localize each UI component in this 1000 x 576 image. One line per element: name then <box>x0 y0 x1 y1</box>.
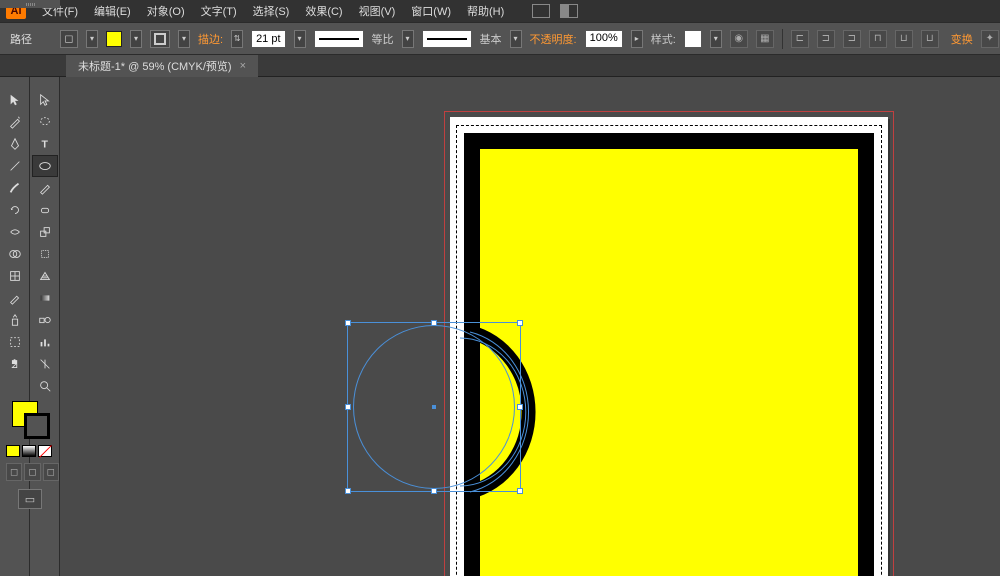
menu-edit[interactable]: 编辑(E) <box>86 3 139 19</box>
tab-close-icon[interactable]: × <box>240 60 246 72</box>
selection-handle-bm[interactable] <box>431 488 437 494</box>
align-bottom-icon[interactable]: ⊔ <box>921 30 939 48</box>
stroke-indicator[interactable] <box>24 413 50 439</box>
line-tool[interactable] <box>2 155 28 177</box>
fill-dropdown[interactable]: ▾ <box>86 30 98 48</box>
document-tab-bar: 未标题-1* @ 59% (CMYK/预览) × <box>0 55 1000 77</box>
rotate-tool[interactable] <box>2 199 28 221</box>
selection-handle-tm[interactable] <box>431 320 437 326</box>
paintbrush-tool[interactable] <box>2 177 28 199</box>
align-panel-icon[interactable]: ▦ <box>756 30 774 48</box>
selection-type-label: 路径 <box>10 31 32 47</box>
column-graph-tool[interactable] <box>32 331 58 353</box>
selection-handle-ml[interactable] <box>345 404 351 410</box>
style-label: 样式: <box>651 31 676 47</box>
align-top-icon[interactable]: ⊓ <box>869 30 887 48</box>
selection-handle-mr[interactable] <box>517 404 523 410</box>
selection-tool[interactable] <box>2 89 28 111</box>
lasso-tool[interactable] <box>32 111 58 133</box>
tools-panel-right: T ◻ ◻ ◻ ▭ <box>30 77 60 576</box>
menu-select[interactable]: 选择(S) <box>245 3 298 19</box>
selection-handle-tr[interactable] <box>517 320 523 326</box>
align-center-v-icon[interactable]: ⊔ <box>895 30 913 48</box>
slice-tool[interactable] <box>32 353 58 375</box>
align-left-icon[interactable]: ⊏ <box>791 30 809 48</box>
eraser-tool[interactable] <box>32 199 58 221</box>
opacity-dropdown[interactable]: ▸ <box>631 30 643 48</box>
hand-tool[interactable] <box>2 353 28 375</box>
stroke-color-swatch[interactable] <box>150 30 170 48</box>
graphic-style-swatch[interactable] <box>684 30 702 48</box>
stroke-label[interactable]: 描边: <box>198 31 223 47</box>
pen-tool[interactable] <box>2 133 28 155</box>
menu-object[interactable]: 对象(O) <box>139 3 193 19</box>
fill-stroke-indicator[interactable] <box>12 401 52 441</box>
fill-color-dropdown[interactable]: ▾ <box>130 30 142 48</box>
blend-tool[interactable] <box>32 309 58 331</box>
title-bar: Ai 文件(F) 编辑(E) 对象(O) 文字(T) 选择(S) 效果(C) 视… <box>0 0 1000 22</box>
fill-no-color-icon[interactable]: ◻ <box>60 30 78 48</box>
width-profile-label: 等比 <box>372 31 394 47</box>
type-tool[interactable]: T <box>32 133 58 155</box>
none-mode-icon[interactable] <box>38 445 52 457</box>
artboard-tool[interactable] <box>2 331 28 353</box>
opacity-input[interactable]: 100% <box>585 30 623 48</box>
stroke-weight-stepper[interactable]: ⇅ <box>231 30 243 48</box>
selection-handle-bl[interactable] <box>345 488 351 494</box>
stroke-weight-input[interactable]: 21 pt <box>251 30 285 48</box>
gradient-mode-icon[interactable] <box>22 445 36 457</box>
align-center-h-icon[interactable]: ⊐ <box>817 30 835 48</box>
document-tab-title: 未标题-1* @ 59% (CMYK/预览) <box>78 58 232 74</box>
width-tool[interactable] <box>2 221 28 243</box>
panel-grab-handle[interactable] <box>0 0 60 8</box>
menu-view[interactable]: 视图(V) <box>351 3 404 19</box>
color-mode-icon[interactable] <box>6 445 20 457</box>
selection-center-point <box>432 405 436 409</box>
draw-behind-icon[interactable]: ◻ <box>24 463 40 481</box>
menu-window[interactable]: 窗口(W) <box>403 3 459 19</box>
menu-type[interactable]: 文字(T) <box>193 3 245 19</box>
mesh-tool[interactable] <box>2 265 28 287</box>
zoom-tool[interactable] <box>32 375 58 397</box>
canvas[interactable] <box>60 77 1000 576</box>
gradient-tool[interactable] <box>32 287 58 309</box>
transform-label[interactable]: 变换 <box>951 31 973 47</box>
layout-icon-2[interactable] <box>560 4 578 18</box>
magic-wand-tool[interactable] <box>2 111 28 133</box>
recolor-icon[interactable]: ◉ <box>730 30 748 48</box>
width-profile-preview[interactable] <box>314 30 364 48</box>
screen-mode-icon[interactable]: ▭ <box>18 489 42 509</box>
isolate-icon[interactable]: ✦ <box>981 30 999 48</box>
brush-label: 基本 <box>480 31 502 47</box>
shape-builder-tool[interactable] <box>2 243 28 265</box>
menu-effect[interactable]: 效果(C) <box>297 3 350 19</box>
free-transform-tool[interactable] <box>32 243 58 265</box>
selection-bounding-box[interactable] <box>347 322 521 492</box>
fill-color-swatch[interactable] <box>106 31 122 47</box>
stroke-color-dropdown[interactable]: ▾ <box>178 30 190 48</box>
perspective-grid-tool[interactable] <box>32 265 58 287</box>
align-right-icon[interactable]: ⊐ <box>843 30 861 48</box>
draw-normal-icon[interactable]: ◻ <box>6 463 22 481</box>
pencil-tool[interactable] <box>32 177 58 199</box>
width-profile-dropdown[interactable]: ▾ <box>402 30 414 48</box>
ellipse-tool[interactable] <box>32 155 58 177</box>
direct-selection-tool[interactable] <box>32 89 58 111</box>
stroke-weight-dropdown[interactable]: ▾ <box>294 30 306 48</box>
eyedropper-tool[interactable] <box>2 287 28 309</box>
document-tab[interactable]: 未标题-1* @ 59% (CMYK/预览) × <box>66 55 258 77</box>
scale-tool[interactable] <box>32 221 58 243</box>
control-bar: 路径 ◻ ▾ ▾ ▾ 描边: ⇅ 21 pt ▾ 等比 ▾ 基本 ▾ 不透明度:… <box>0 22 1000 55</box>
svg-text:T: T <box>41 139 48 151</box>
selection-handle-br[interactable] <box>517 488 523 494</box>
graphic-style-dropdown[interactable]: ▾ <box>710 30 722 48</box>
symbol-sprayer-tool[interactable] <box>2 309 28 331</box>
brush-dropdown[interactable]: ▾ <box>510 30 522 48</box>
brush-preview[interactable] <box>422 30 472 48</box>
draw-inside-icon[interactable]: ◻ <box>43 463 59 481</box>
menu-help[interactable]: 帮助(H) <box>459 3 512 19</box>
selection-handle-tl[interactable] <box>345 320 351 326</box>
layout-icon-1[interactable] <box>532 4 550 18</box>
opacity-label[interactable]: 不透明度: <box>530 31 577 47</box>
